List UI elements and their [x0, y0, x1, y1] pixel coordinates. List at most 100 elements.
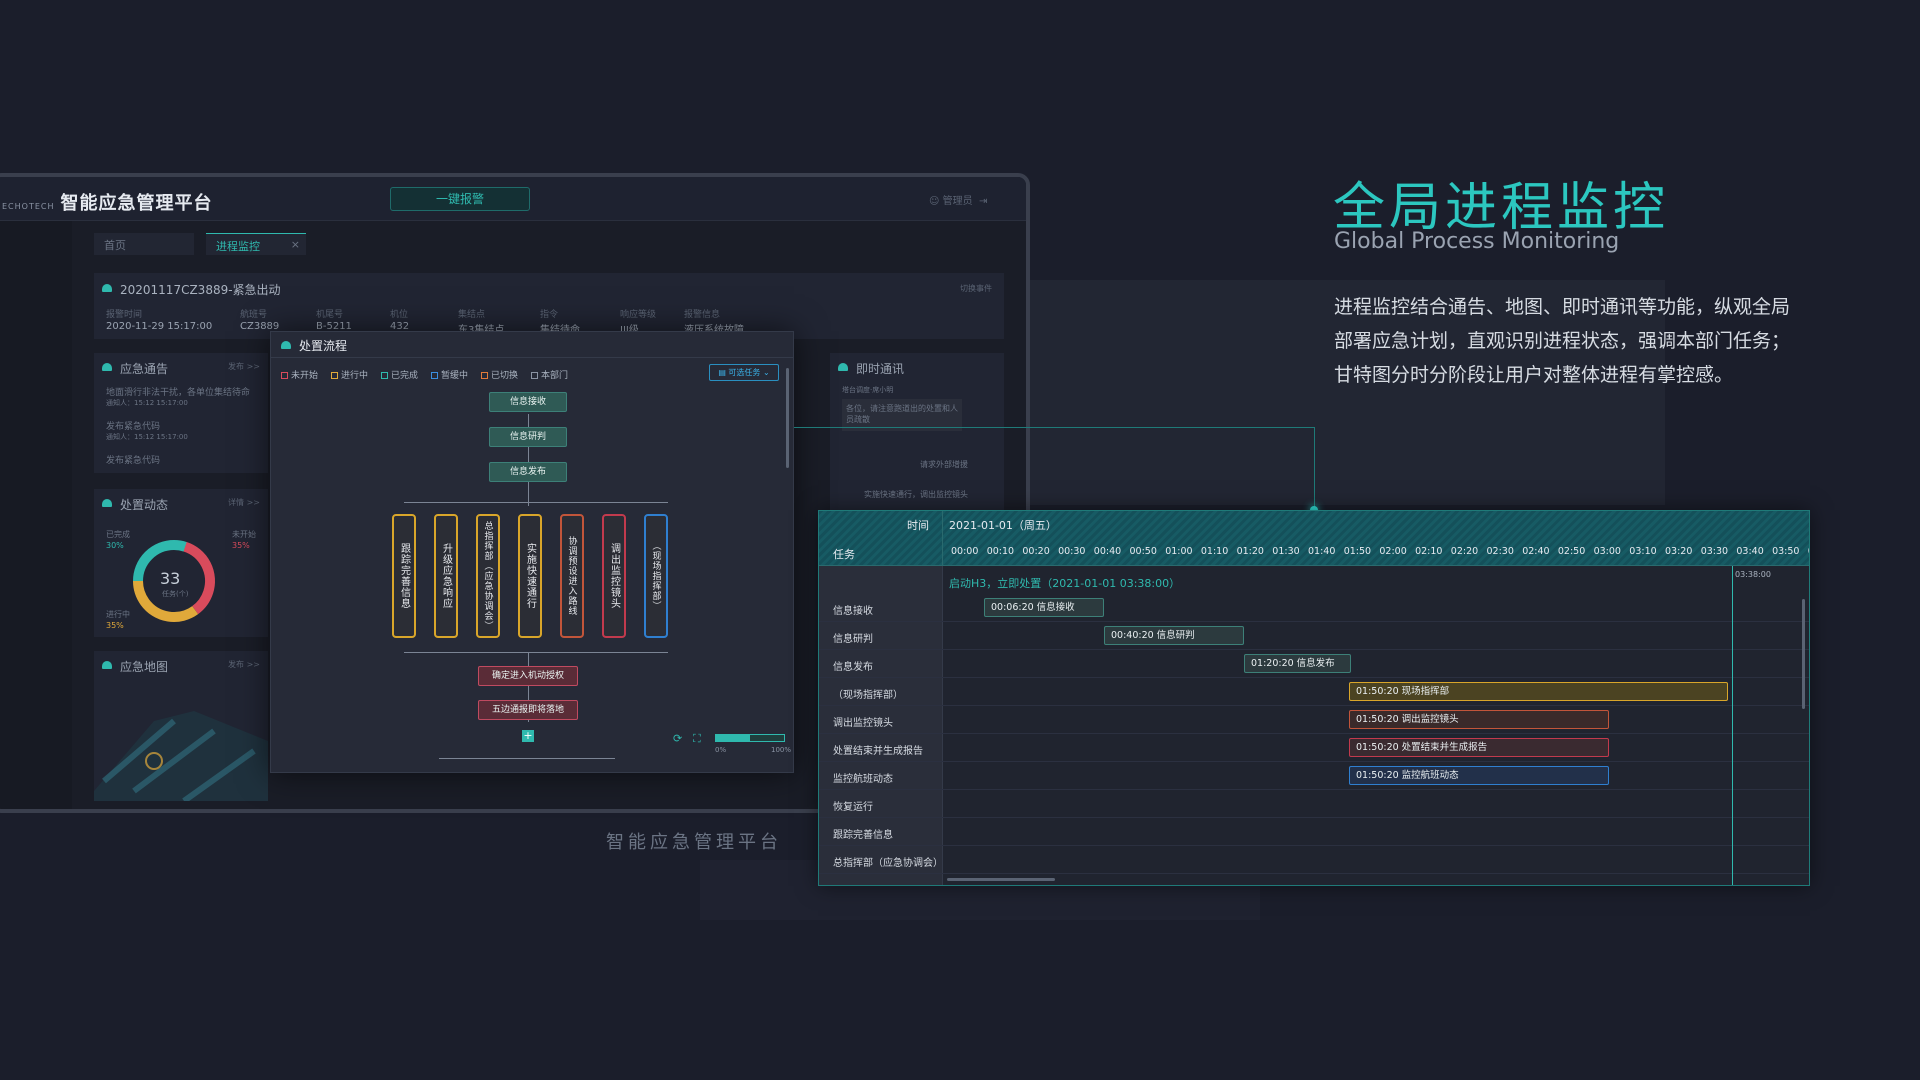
gantt-row-label: （现场指挥部）: [833, 690, 903, 701]
switch-event-link[interactable]: 切换事件: [960, 283, 992, 294]
gantt-tick-label: 03:40: [1736, 546, 1764, 557]
flow-column-field-command[interactable]: （现场指挥部）: [644, 514, 668, 638]
fullscreen-icon[interactable]: ⛶: [693, 732, 701, 746]
horizontal-scrollbar[interactable]: [947, 878, 1055, 881]
gantt-bar[interactable]: 01:20:20 信息发布: [1244, 654, 1351, 673]
gantt-tick-label: 00:10: [986, 546, 1015, 557]
gantt-row[interactable]: 恢复运行: [819, 790, 1809, 818]
gantt-tick-label: 03:20: [1665, 546, 1693, 557]
flow-column-general-command[interactable]: 总指挥部（应急协调会）: [476, 514, 500, 638]
legend-item: 进行中: [331, 368, 368, 381]
gantt-row[interactable]: 调出监控镜头: [819, 706, 1809, 734]
notice-time: 通知人：15:12 15:17:00: [106, 433, 188, 441]
field-label: 指令: [540, 310, 559, 320]
sidebar: [0, 221, 72, 809]
notice-item[interactable]: 地面滑行非法干扰，各单位集结待命: [106, 385, 250, 398]
gantt-row-label: 调出监控镜头: [833, 718, 893, 729]
gantt-tick-label: 00:20: [1022, 546, 1050, 557]
gantt-row[interactable]: 信息接收: [819, 594, 1809, 622]
expand-icon[interactable]: +: [522, 730, 534, 742]
gantt-tick-label: 02:30: [1486, 546, 1514, 557]
flow-connector: [404, 652, 668, 653]
flow-column-quick-pass[interactable]: 实施快速通行: [518, 514, 542, 638]
legend-notstart: 未开始: [232, 530, 256, 539]
legend-item: 本部门: [531, 368, 568, 381]
gantt-tick-label: 00:00: [951, 546, 979, 557]
panel-more-link[interactable]: 详情 >>: [228, 497, 260, 508]
gantt-row-label: 升级应急响应: [833, 882, 893, 885]
legend-swatch: [531, 372, 538, 379]
flow-panel-title: 处置流程: [299, 339, 348, 353]
map-panel: 应急地图 发布 >>: [94, 651, 268, 801]
vertical-scrollbar[interactable]: [1802, 599, 1805, 709]
field-label: 机尾号: [316, 310, 344, 320]
gantt-row[interactable]: 总指挥部（应急协调会）: [819, 846, 1809, 874]
gantt-row[interactable]: 跟踪完善信息: [819, 818, 1809, 846]
flow-step-publish[interactable]: 信息发布: [489, 462, 567, 482]
legend-item: 已切换: [481, 368, 518, 381]
flow-column-route[interactable]: 协调预设进入路线: [560, 514, 584, 638]
field-label: 报警时间: [106, 310, 143, 320]
legend-item: 已完成: [381, 368, 418, 381]
notice-time: 通知人：15:12 15:17:00: [106, 399, 188, 407]
close-icon[interactable]: ×: [291, 238, 300, 251]
notice-item[interactable]: 发布紧急代码: [106, 453, 160, 466]
airport-map[interactable]: [94, 681, 268, 801]
legend-swatch: [481, 372, 488, 379]
user-menu[interactable]: ☺ 管理员 ⇥: [929, 192, 987, 207]
flow-step-receive[interactable]: 信息接收: [489, 392, 567, 412]
gantt-row[interactable]: 处置结束并生成报告: [819, 734, 1809, 762]
panel-more-link[interactable]: 发布 >>: [228, 361, 260, 372]
gantt-bar[interactable]: 01:50:20 现场指挥部: [1349, 682, 1728, 701]
flow-panel-header: 处置流程: [271, 332, 793, 358]
flow-step-judge[interactable]: 信息研判: [489, 427, 567, 447]
gantt-bar[interactable]: 01:50:20 处置结束并生成报告: [1349, 738, 1609, 757]
gantt-tick-label: 03:30: [1700, 546, 1729, 557]
flow-column-monitor-camera[interactable]: 调出监控镜头: [602, 514, 626, 638]
gantt-tick-label: 02:00: [1379, 546, 1407, 557]
gantt-bar[interactable]: 00:06:20 信息接收: [984, 598, 1104, 617]
flow-step-final-approach[interactable]: 五边通报即将落地: [478, 700, 578, 720]
refresh-icon[interactable]: ⟳: [673, 732, 682, 745]
gantt-bar[interactable]: 01:50:20 调出监控镜头: [1349, 710, 1609, 729]
page-subtitle: Global Process Monitoring: [1334, 229, 1620, 254]
request-support-button[interactable]: 请求外部增援: [920, 459, 968, 470]
flow-column-track-info[interactable]: 跟踪完善信息: [392, 514, 416, 638]
gantt-row-label: 信息发布: [833, 662, 873, 673]
app-logo: ECHOTECH 智能应急管理平台: [2, 193, 213, 214]
field-label: 报警信息: [684, 310, 721, 320]
scrollbar[interactable]: [786, 368, 789, 468]
gantt-row-label: 跟踪完善信息: [833, 830, 893, 841]
notice-item[interactable]: 发布紧急代码: [106, 419, 160, 432]
im-sender: 塔台调度·席小明: [842, 386, 894, 394]
chevron-down-icon: ⌄: [760, 368, 770, 377]
gantt-bar[interactable]: 00:40:20 信息研判: [1104, 626, 1244, 645]
tab-process-monitor[interactable]: 进程监控 ×: [206, 233, 306, 255]
flow-column-upgrade-response[interactable]: 升级应急响应: [434, 514, 458, 638]
panel-icon: [838, 363, 848, 371]
task-count: 33: [160, 569, 181, 588]
app-header: ECHOTECH 智能应急管理平台 一键报警 ☺ 管理员 ⇥: [0, 177, 1026, 221]
flow-step-authorize[interactable]: 确定进入机动授权: [478, 666, 578, 686]
panel-more-link[interactable]: 发布 >>: [228, 659, 260, 670]
quick-pass-button[interactable]: 实施快速通行，调出监控镜头: [864, 489, 968, 500]
panel-icon: [102, 661, 112, 669]
tab-home[interactable]: 首页: [94, 233, 194, 255]
gantt-start-note: 启动H3，立即处置（2021-01-01 03:38:00）: [949, 577, 1181, 590]
one-key-alarm-button[interactable]: 一键报警: [390, 187, 530, 211]
gantt-tick-label: 01:10: [1200, 546, 1229, 557]
gantt-tick-label: 00:50: [1129, 546, 1157, 557]
gantt-tick-label: 03:10: [1629, 546, 1657, 557]
legend-notstart-pct: 35%: [232, 541, 250, 550]
gantt-bar[interactable]: 01:50:20 监控航班动态: [1349, 766, 1609, 785]
gantt-time-label: 时间: [907, 519, 929, 532]
legend-item: 未开始: [281, 368, 318, 381]
legend-item: 暂缓中: [431, 368, 468, 381]
slider-max-label: 100%: [771, 746, 792, 754]
gantt-row[interactable]: 监控航班动态: [819, 762, 1809, 790]
gantt-row-label: 信息接收: [833, 606, 873, 617]
gantt-row[interactable]: 信息研判: [819, 622, 1809, 650]
gantt-tick-label: 03:50: [1772, 546, 1800, 557]
gantt-tick-label: 01:30: [1272, 546, 1300, 557]
optional-task-dropdown[interactable]: ▤ 可选任务 ⌄: [709, 364, 779, 381]
